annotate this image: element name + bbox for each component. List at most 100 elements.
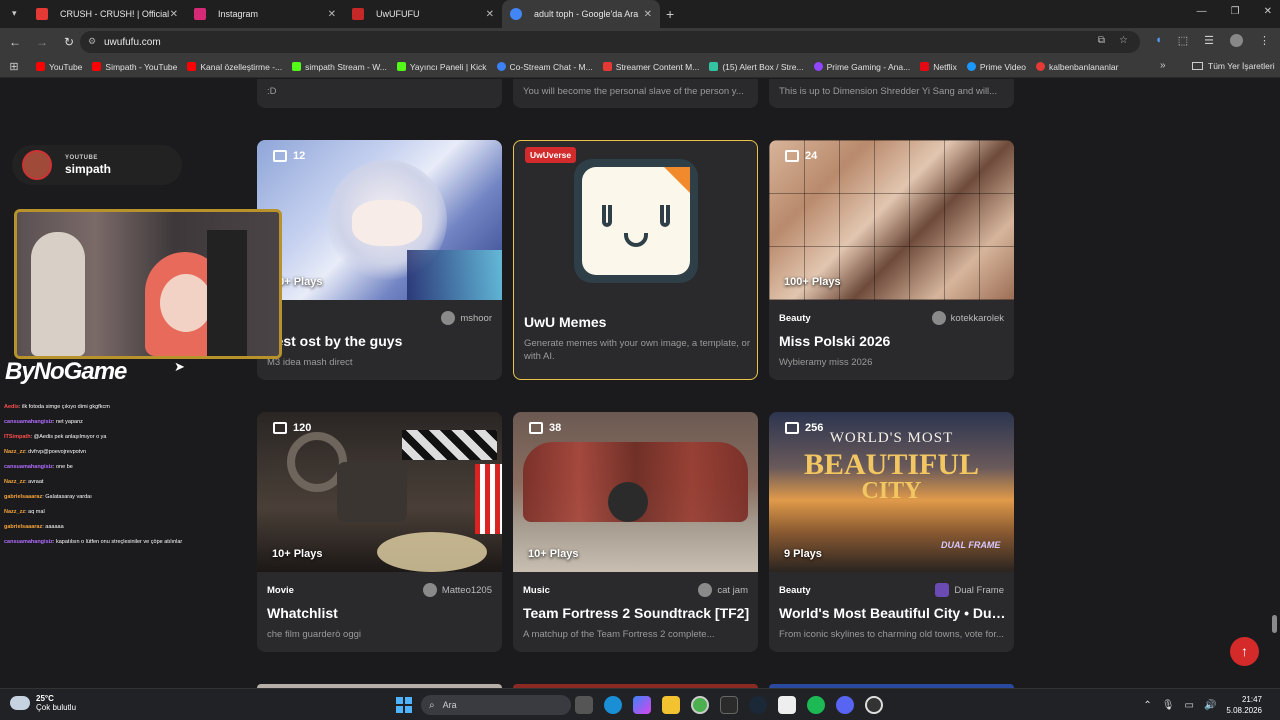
back-icon[interactable]: ← [3, 35, 27, 49]
show-hidden-icons-icon[interactable]: ⌃ [1143, 700, 1151, 711]
discord-icon[interactable] [836, 696, 854, 714]
steam-icon[interactable] [749, 696, 767, 714]
bookmark-prime-gaming[interactable]: Prime Gaming - Ana... [813, 62, 910, 72]
bookmark-alert-box[interactable]: (15) Alert Box / Stre... [709, 62, 804, 72]
bookmark-kalbenbanlananlar[interactable]: kalbenbanlananlar [1035, 62, 1118, 72]
edge-icon[interactable] [604, 696, 622, 714]
bookmark-youtube[interactable]: YouTube [36, 62, 82, 72]
spotify-icon[interactable] [807, 696, 825, 714]
microphone-icon[interactable]: 🎙 [1162, 700, 1175, 711]
tab-uwufufu[interactable]: UwUFUFU ✕ [344, 0, 502, 28]
tab-search-icon[interactable]: ▾ [0, 0, 28, 28]
user-avatar-icon [422, 583, 437, 597]
obs-icon[interactable] [865, 696, 883, 714]
card-author[interactable]: Dual Frame [935, 583, 1004, 597]
item-count-badge: 120 [273, 422, 311, 434]
weather-desc: Çok bulutlu [36, 703, 77, 712]
taskbar-apps [575, 696, 883, 714]
close-icon[interactable]: ✕ [486, 9, 494, 20]
quiz-card[interactable]: This is up to Dimension Shredder Yi Sang… [769, 79, 1014, 108]
copilot-icon[interactable] [633, 696, 651, 714]
quiz-card[interactable]: :D [257, 79, 502, 108]
card-category[interactable]: Music [523, 585, 550, 596]
kick-icon [396, 62, 406, 71]
volume-icon[interactable]: 🔊 [1204, 700, 1216, 711]
display-icon[interactable]: ▭ [1185, 700, 1194, 711]
author-name: Dual Frame [954, 584, 1004, 596]
bookmark-co-stream[interactable]: Co-Stream Chat - M... [496, 62, 593, 72]
item-count: 120 [293, 422, 312, 434]
chat-message: ITSimpath: @Aedis pek anlaşılmıyor o ya [4, 434, 107, 440]
chat-user: gabrielsaaaraz [4, 494, 43, 500]
card-description: M3 idea mash direct [267, 357, 353, 368]
quiz-card-tf2-soundtrack[interactable]: 38 10+ Plays Music cat jam Team Fortress… [513, 412, 758, 652]
quiz-card-miss-polski[interactable]: 24 100+ Plays Beauty kotekkarolek Miss P… [769, 140, 1014, 380]
minimize-icon[interactable]: — [1197, 6, 1207, 17]
quiz-card-best-ost[interactable]: 12 10+ Plays U mshoor best ost by the gu… [257, 140, 502, 380]
menu-icon[interactable]: ⋮ [1259, 34, 1270, 47]
windows-taskbar: 25°C Çok bulutlu ⌕ Ara ⌃ 🎙 ▭ 🔊 21:47 5.0… [0, 688, 1280, 720]
extension-icon[interactable]: ◖ [1155, 34, 1162, 47]
chat-user: Nazz_zz [4, 449, 26, 455]
card-category[interactable]: Movie [267, 585, 294, 596]
file-explorer-icon[interactable] [662, 696, 680, 714]
maximize-icon[interactable]: ❐ [1231, 6, 1240, 17]
bookmark-simpath-youtube[interactable]: Simpath - YouTube [92, 62, 177, 72]
uwu-memes-card[interactable]: UwUverse UwU Memes Generate memes with y… [513, 140, 758, 380]
forward-icon[interactable]: → [30, 35, 54, 49]
chat-text: net yapanz [55, 419, 83, 425]
card-author[interactable]: mshoor [441, 311, 492, 325]
card-author[interactable]: kotekkarolek [931, 311, 1004, 325]
translate-icon[interactable]: ⧉ [1098, 35, 1105, 46]
close-icon[interactable]: ✕ [170, 9, 178, 20]
all-bookmarks-folder[interactable]: Tüm Yer İşaretleri [1192, 61, 1275, 71]
bookmark-prime-video[interactable]: Prime Video [966, 61, 1026, 72]
close-icon[interactable]: ✕ [644, 9, 652, 20]
bookmark-streamer-content[interactable]: Streamer Content M... [602, 62, 699, 72]
chrome-icon[interactable] [691, 696, 709, 714]
tab-title: adult toph - Google'da Ara [534, 9, 639, 19]
reload-icon[interactable]: ↻ [57, 35, 81, 49]
card-category[interactable]: Beauty [779, 585, 811, 596]
taskbar-search[interactable]: ⌕ Ara [421, 695, 571, 715]
quiz-card[interactable]: You will become the personal slave of th… [513, 79, 758, 108]
close-icon[interactable]: ✕ [328, 9, 336, 20]
apps-grid-icon[interactable]: ⊞ [0, 60, 28, 73]
site-info-icon[interactable]: ⚙ [88, 36, 96, 47]
windows-start-icon[interactable] [396, 697, 412, 713]
media-icon[interactable]: ☰ [1204, 34, 1214, 47]
weather-widget[interactable]: 25°C Çok bulutlu [10, 694, 76, 712]
profile-avatar[interactable] [1230, 34, 1243, 47]
bookmark-star-icon[interactable]: ☆ [1119, 35, 1128, 46]
bookmark-label: Prime Video [979, 61, 1026, 72]
more-bookmarks-icon[interactable]: » [1160, 60, 1166, 71]
card-category[interactable]: Beauty [779, 313, 811, 324]
tab-crush[interactable]: CRUSH - CRUSH! | Official Music ✕ [28, 0, 186, 28]
bookmark-kick-stream[interactable]: simpath Stream - W... [292, 62, 387, 72]
page-scrollbar[interactable] [1272, 615, 1277, 633]
quiz-card-whatchlist[interactable]: 120 10+ Plays Movie Matteo1205 Whatchlis… [257, 412, 502, 652]
youtube-icon [92, 62, 102, 71]
close-window-icon[interactable]: ✕ [1264, 6, 1272, 17]
scroll-to-top-button[interactable]: ↑ [1230, 637, 1259, 666]
bookmark-netflix[interactable]: Netflix [920, 62, 957, 72]
chat-text: dvfrvp@poevojrevpotvn [28, 449, 87, 455]
quiz-card-beautiful-city[interactable]: WORLD'S MOST BEAUTIFUL CITY DUAL FRAME 2… [769, 412, 1014, 652]
address-bar[interactable]: ⚙ uwufufu.com ⧉ ☆ [80, 31, 1140, 53]
card-author[interactable]: Matteo1205 [422, 583, 492, 597]
chat-text: one be [55, 464, 73, 470]
system-clock[interactable]: 21:47 5.08.2026 [1226, 694, 1262, 716]
new-tab-icon[interactable]: + [666, 6, 674, 22]
task-view-icon[interactable] [575, 696, 593, 714]
card-author[interactable]: cat jam [698, 583, 748, 597]
bookmark-kick-panel[interactable]: Yayıncı Paneli | Kick [396, 62, 487, 72]
bookmark-channel-customization[interactable]: Kanal özelleştirme -... [187, 62, 282, 72]
extensions-puzzle-icon[interactable]: ⬚ [1178, 34, 1188, 47]
epic-games-icon[interactable] [720, 696, 738, 714]
tab-instagram[interactable]: Instagram ✕ [186, 0, 344, 28]
chat-icon [496, 62, 506, 71]
capcut-icon[interactable] [778, 696, 796, 714]
chat-user: ITSimpath [4, 434, 31, 440]
cards-icon [273, 422, 287, 434]
tab-google-search[interactable]: adult toph - Google'da Ara ✕ [502, 0, 660, 28]
